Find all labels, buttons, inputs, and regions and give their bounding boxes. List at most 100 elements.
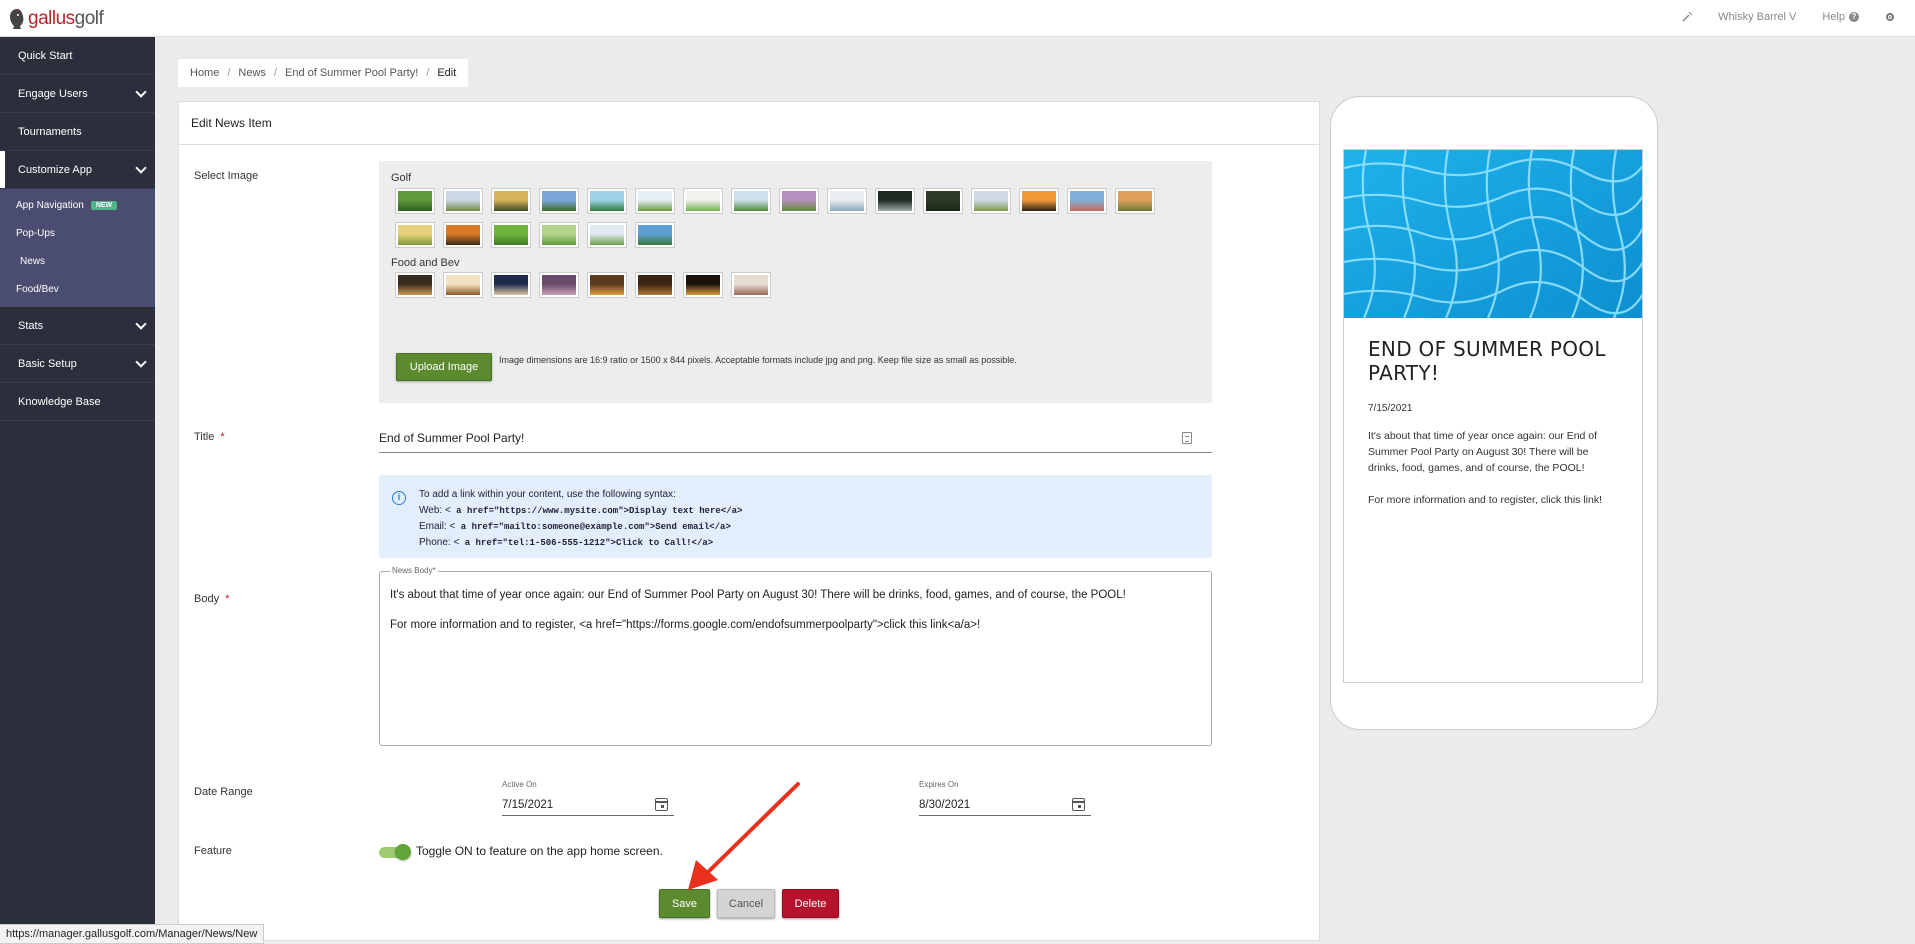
active-on-field[interactable]: Active On 7/15/2021 <box>502 780 674 816</box>
info-icon: i <box>392 491 406 505</box>
golf-thumbnail[interactable] <box>636 223 674 247</box>
food-bev-thumbnail[interactable] <box>732 273 770 297</box>
phone-preview: END OF SUMMER POOL PARTY! 7/15/2021 It's… <box>1330 96 1658 730</box>
expires-on-value: 8/30/2021 <box>919 798 971 811</box>
news-body-legend: News Body* <box>390 566 438 575</box>
golf-thumbnail[interactable] <box>492 223 530 247</box>
help-link[interactable]: Help? <box>1822 11 1859 23</box>
date-range-label: Date Range <box>194 786 253 798</box>
chevron-down-icon <box>135 85 147 98</box>
golf-thumbnails-row <box>396 223 684 247</box>
news-body-textarea[interactable]: News Body* It's about that time of year … <box>379 566 1212 746</box>
golf-thumbnail[interactable] <box>396 189 434 213</box>
breadcrumb-home[interactable]: Home <box>190 67 219 79</box>
breadcrumb: Home / News / End of Summer Pool Party! / E… <box>178 59 469 87</box>
golf-thumbnail[interactable] <box>588 223 626 247</box>
golf-thumbnail[interactable] <box>444 189 482 213</box>
sidebar-item-basic-setup[interactable]: Basic Setup <box>0 345 155 383</box>
calendar-icon[interactable] <box>655 798 668 811</box>
customize-app-submenu: App Navigation NEW Pop-Ups News Food/Bev <box>0 189 155 307</box>
status-bar-url: https://manager.gallusgolf.com/Manager/N… <box>0 924 265 944</box>
info-web-line: Web: < a href="https://www.mysite.com">D… <box>419 503 742 519</box>
image-category-golf: Golf <box>391 172 412 184</box>
sidebar-subitem-news[interactable]: News <box>0 247 155 275</box>
breadcrumb-news-item[interactable]: End of Summer Pool Party! <box>285 67 418 79</box>
delete-button[interactable]: Delete <box>782 889 839 918</box>
rooster-logo-icon <box>10 8 24 29</box>
save-button[interactable]: Save <box>659 889 710 918</box>
chevron-down-icon <box>135 161 147 174</box>
food-bev-thumbnail[interactable] <box>684 273 722 297</box>
golf-thumbnail[interactable] <box>924 189 962 213</box>
golf-thumbnail[interactable] <box>1068 189 1106 213</box>
golf-thumbnail[interactable] <box>828 189 866 213</box>
sidebar-subitem-food-bev[interactable]: Food/Bev <box>0 275 155 303</box>
info-web-label: Web: < <box>419 505 451 516</box>
info-web-code: a href="https://www.mysite.com">Display … <box>450 506 743 516</box>
breadcrumb-news[interactable]: News <box>238 67 266 79</box>
info-phone-label: Phone: < <box>419 537 460 548</box>
sidebar-item-stats[interactable]: Stats <box>0 307 155 345</box>
new-badge: NEW <box>90 200 118 210</box>
sidebar-subitem-pop-ups[interactable]: Pop-Ups <box>0 219 155 247</box>
golf-thumbnail[interactable] <box>636 189 674 213</box>
active-on-label: Active On <box>502 780 537 789</box>
calendar-icon[interactable] <box>1072 798 1085 811</box>
top-bar: gallusgolf Whisky Barrel V Help? <box>0 0 1915 37</box>
golf-thumbnail[interactable] <box>540 189 578 213</box>
body-paragraph: It's about that time of year once again:… <box>390 589 1126 601</box>
gallus-golf-logo[interactable]: gallusgolf <box>8 7 104 31</box>
sidebar-subitem-label: News <box>20 255 46 267</box>
sidebar-item-tournaments[interactable]: Tournaments <box>0 113 155 151</box>
cancel-button[interactable]: Cancel <box>717 889 775 918</box>
food-bev-thumbnail[interactable] <box>492 273 530 297</box>
golf-thumbnail[interactable] <box>732 189 770 213</box>
golf-thumbnail[interactable] <box>444 223 482 247</box>
food-thumbnails-row <box>396 273 780 297</box>
food-bev-thumbnail[interactable] <box>636 273 674 297</box>
body-paragraph: For more information and to register, <a… <box>390 619 981 631</box>
feature-toggle[interactable] <box>379 844 411 860</box>
golf-thumbnail[interactable] <box>540 223 578 247</box>
preview-title: END OF SUMMER POOL PARTY! <box>1368 337 1606 385</box>
sidebar-item-label: Quick Start <box>18 49 73 62</box>
pool-water-image <box>1344 150 1642 319</box>
sidebar-item-knowledge-base[interactable]: Knowledge Base <box>0 383 155 421</box>
golf-thumbnail[interactable] <box>972 189 1010 213</box>
golf-thumbnail[interactable] <box>1116 189 1154 213</box>
chevron-down-icon <box>135 355 147 368</box>
sidebar-item-label: Engage Users <box>18 87 88 100</box>
golf-thumbnail[interactable] <box>876 189 914 213</box>
sidebar-item-label: Basic Setup <box>18 357 77 370</box>
link-syntax-info: i To add a link within your content, use… <box>379 475 1212 558</box>
food-bev-thumbnail[interactable] <box>588 273 626 297</box>
golf-thumbnail[interactable] <box>588 189 626 213</box>
magic-wand-icon[interactable] <box>1682 12 1693 22</box>
expires-on-field[interactable]: Expires On 8/30/2021 <box>919 780 1091 816</box>
upload-image-button[interactable]: Upload Image <box>396 353 492 381</box>
text-field-icon[interactable] <box>1182 432 1192 444</box>
sidebar-item-quick-start[interactable]: Quick Start <box>0 37 155 75</box>
golf-thumbnail[interactable] <box>684 189 722 213</box>
feature-label: Feature <box>194 845 232 857</box>
user-menu[interactable]: Whisky Barrel V <box>1718 11 1796 23</box>
gear-icon[interactable] <box>1885 12 1895 22</box>
food-bev-thumbnail[interactable] <box>396 273 434 297</box>
food-bev-thumbnail[interactable] <box>444 273 482 297</box>
sidebar-subitem-app-navigation[interactable]: App Navigation NEW <box>0 191 155 219</box>
golf-thumbnail[interactable] <box>1020 189 1058 213</box>
golf-thumbnail[interactable] <box>396 223 434 247</box>
help-icon: ? <box>1849 12 1859 22</box>
sidebar-item-engage-users[interactable]: Engage Users <box>0 75 155 113</box>
title-input[interactable] <box>379 423 1212 453</box>
sidebar-subitem-label: Food/Bev <box>16 283 59 295</box>
sidebar-subitem-label: App Navigation <box>16 199 84 211</box>
golf-thumbnail[interactable] <box>492 189 530 213</box>
sidebar-item-label: Customize App <box>18 163 92 176</box>
expires-on-label: Expires On <box>919 780 959 789</box>
food-bev-thumbnail[interactable] <box>540 273 578 297</box>
info-phone-line: Phone: < a href="tel:1-506-555-1212">Cli… <box>419 535 742 551</box>
sidebar-item-customize-app[interactable]: Customize App <box>0 151 155 189</box>
golf-thumbnail[interactable] <box>780 189 818 213</box>
edit-news-card: Edit News Item Select Image Golf Food an… <box>178 101 1320 941</box>
